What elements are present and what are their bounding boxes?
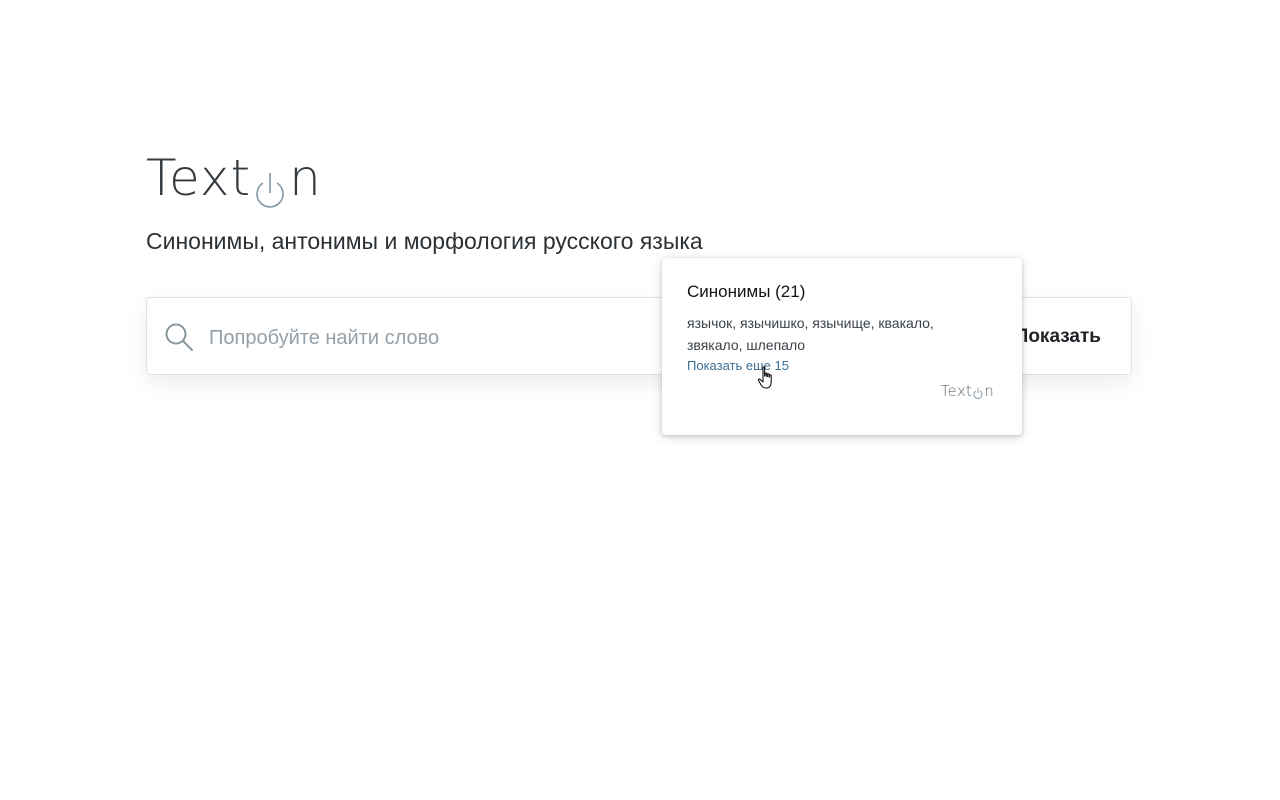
power-icon bbox=[253, 164, 287, 208]
logo-text-start: Text bbox=[146, 149, 252, 207]
popup-title: Синонимы (21) bbox=[687, 282, 806, 301]
show-button[interactable]: Показать bbox=[1015, 320, 1101, 354]
popup-texton-logo[interactable]: Text n bbox=[941, 382, 994, 400]
synonyms-list: язычок, язычишко, язычище, квакало, звяк… bbox=[687, 315, 934, 353]
page-subtitle: Синонимы, антонимы и морфология русского… bbox=[146, 228, 703, 254]
logo-text-end: n bbox=[289, 149, 322, 207]
synonyms-popup: Синонимы (21) язычок, язычишко, язычище,… bbox=[662, 258, 1022, 435]
search-icon bbox=[164, 322, 194, 352]
popup-logo-text-start: Text bbox=[940, 382, 973, 400]
page: Text n Синонимы, антонимы и морфология ру… bbox=[0, 0, 1280, 800]
texton-logo[interactable]: Text n bbox=[146, 148, 322, 208]
show-more-link[interactable]: Показать еще 15 bbox=[687, 357, 789, 375]
popup-logo-text-end: n bbox=[984, 382, 994, 400]
popup-power-icon bbox=[973, 385, 983, 399]
